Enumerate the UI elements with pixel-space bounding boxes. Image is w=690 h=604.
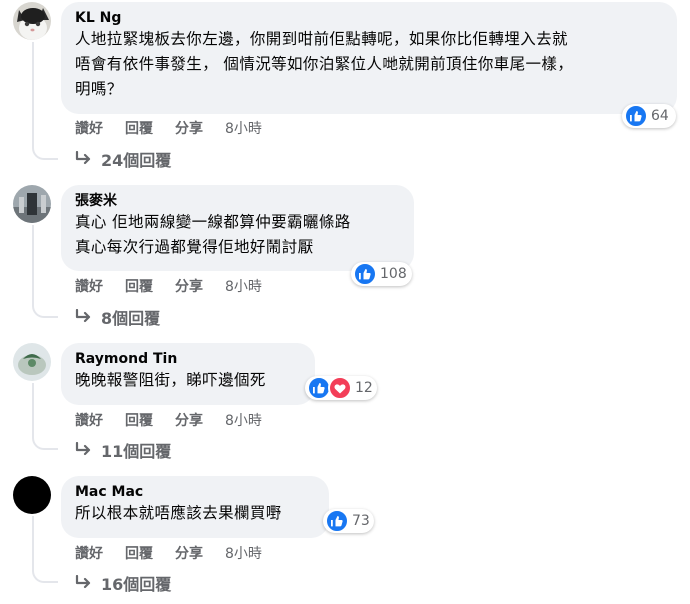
reply-arrow-icon: [75, 575, 91, 589]
comment-bubble: KL Ng 人地拉緊塊板去你左邊，你開到咁前佢點轉呢，如果你比佢轉埋入去就 唔會…: [61, 2, 677, 114]
comment-author[interactable]: KL Ng: [75, 9, 665, 27]
like-button[interactable]: 讚好: [75, 118, 103, 138]
reply-button[interactable]: 回覆: [125, 276, 153, 296]
reaction-summary[interactable]: 12: [305, 376, 377, 400]
avatar[interactable]: [13, 343, 51, 381]
reply-button[interactable]: 回覆: [125, 543, 153, 563]
comment-bubble: Mac Mac 所以根本就唔應該去果欄買嘢: [61, 476, 329, 538]
reaction-count: 108: [380, 266, 407, 282]
like-reaction-icon: [353, 262, 377, 286]
reaction-summary[interactable]: 64: [622, 104, 676, 128]
reply-button[interactable]: 回覆: [125, 118, 153, 138]
thread-line: [32, 516, 58, 583]
comment-author[interactable]: Mac Mac: [75, 483, 317, 501]
view-replies-link[interactable]: 8個回覆: [75, 305, 160, 329]
replies-count: 11個回覆: [101, 442, 172, 461]
thread-line: [32, 225, 58, 318]
avatar[interactable]: [13, 476, 51, 514]
timestamp[interactable]: 8小時: [225, 410, 262, 430]
view-replies-link[interactable]: 24個回覆: [75, 147, 171, 171]
comment-bubble: 張麥米 真心 佢地兩線變一線都算仲要霸曬條路 真心每次行過都覺得佢地好鬧討厭: [61, 185, 414, 271]
comment-text: 所以根本就唔應該去果欄買嘢: [75, 504, 282, 522]
timestamp[interactable]: 8小時: [225, 276, 262, 296]
replies-count: 24個回覆: [101, 151, 172, 170]
timestamp[interactable]: 8小時: [225, 543, 262, 563]
reply-arrow-icon: [75, 309, 91, 323]
like-button[interactable]: 讚好: [75, 276, 103, 296]
share-button[interactable]: 分享: [175, 543, 203, 563]
share-button[interactable]: 分享: [175, 410, 203, 430]
reaction-summary[interactable]: 108: [351, 262, 412, 286]
share-button[interactable]: 分享: [175, 118, 203, 138]
share-button[interactable]: 分享: [175, 276, 203, 296]
reply-button[interactable]: 回覆: [125, 410, 153, 430]
thread-line: [32, 383, 58, 450]
reaction-count: 12: [355, 380, 373, 396]
like-button[interactable]: 讚好: [75, 410, 103, 430]
view-replies-link[interactable]: 16個回覆: [75, 571, 171, 595]
timestamp[interactable]: 8小時: [225, 118, 262, 138]
comment-text: 人地拉緊塊板去你左邊，你開到咁前佢點轉呢，如果你比佢轉埋入去就 唔會有依件事發生…: [75, 30, 574, 98]
reply-arrow-icon: [75, 151, 91, 165]
comment-text: 真心 佢地兩線變一線都算仲要霸曬條路 真心每次行過都覺得佢地好鬧討厭: [75, 213, 351, 256]
comment-author[interactable]: Raymond Tin: [75, 350, 303, 368]
replies-count: 8個回覆: [101, 309, 161, 328]
reply-arrow-icon: [75, 442, 91, 456]
reaction-summary[interactable]: 73: [323, 509, 374, 533]
love-reaction-icon: [328, 376, 352, 400]
comment-author[interactable]: 張麥米: [75, 192, 402, 210]
reaction-count: 73: [352, 513, 370, 529]
comment-bubble: Raymond Tin 晚晚報警阻街，睇吓邊個死: [61, 343, 315, 405]
like-button[interactable]: 讚好: [75, 543, 103, 563]
like-reaction-icon: [624, 104, 648, 128]
like-reaction-icon: [325, 509, 349, 533]
replies-count: 16個回覆: [101, 575, 172, 594]
thread-line: [32, 42, 58, 160]
reaction-count: 64: [651, 108, 669, 124]
comment-text: 晚晚報警阻街，睇吓邊個死: [75, 371, 266, 389]
view-replies-link[interactable]: 11個回覆: [75, 438, 171, 462]
avatar[interactable]: [13, 2, 51, 40]
avatar[interactable]: [13, 185, 51, 223]
